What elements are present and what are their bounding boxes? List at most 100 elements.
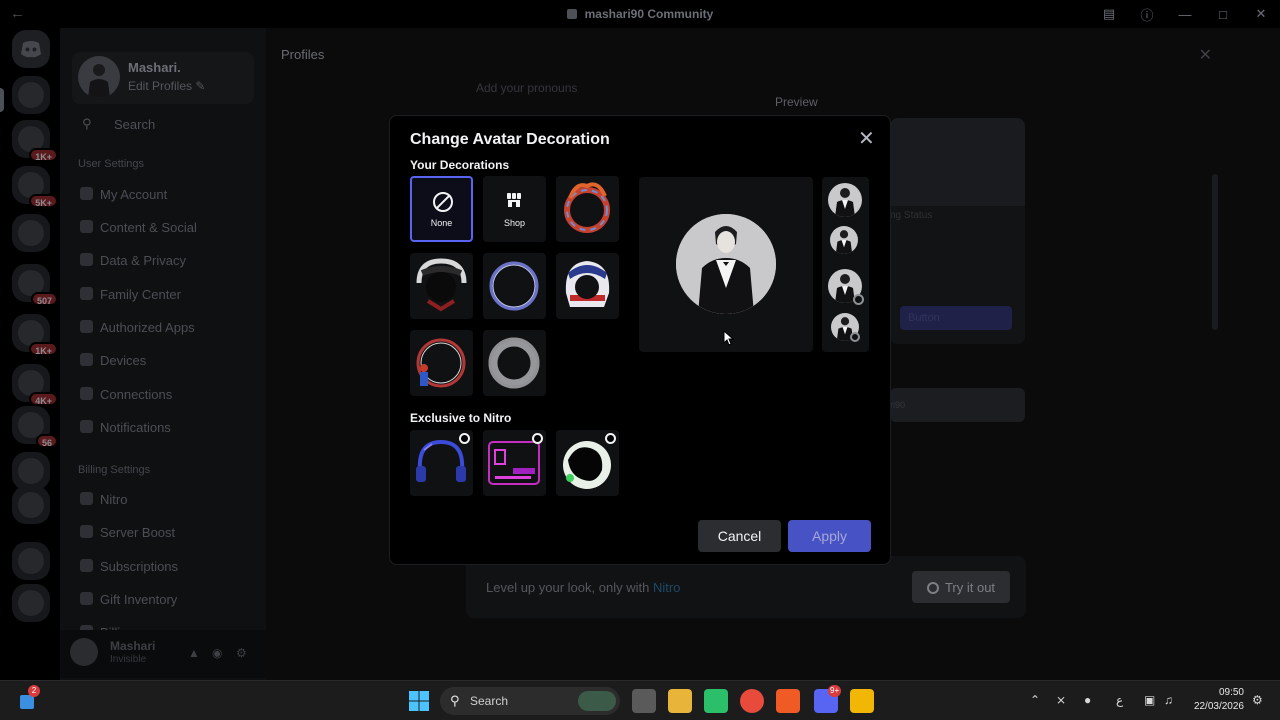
sidebar-item-nitro[interactable]: Nitro <box>72 485 254 513</box>
sidebar-item-authorized-apps[interactable]: Authorized Apps <box>72 313 254 341</box>
red-ring-figure-decoration[interactable] <box>410 330 473 396</box>
cancel-button[interactable]: Cancel <box>698 520 781 552</box>
page-title: Profiles <box>281 47 325 62</box>
section-user-settings: User Settings <box>78 158 145 170</box>
volume-icon[interactable]: ♫ <box>1164 693 1173 707</box>
clock-time: 09:50 <box>1218 687 1244 698</box>
neon-ring-decoration[interactable] <box>483 253 546 319</box>
smoke-ring-icon <box>488 337 540 389</box>
discord-taskbar-icon[interactable]: 9+ <box>814 685 842 713</box>
network-off-icon[interactable]: ⨯ <box>1056 693 1066 707</box>
sidebar-item-subscriptions[interactable]: Subscriptions <box>72 552 254 580</box>
link-icon <box>80 387 93 400</box>
sidebar-item-label: Server Boost <box>100 525 176 540</box>
profile-preview-mini: ri90 <box>890 388 1025 422</box>
pronouns-input[interactable]: Add your pronouns <box>466 74 742 102</box>
profile-card[interactable]: Mashari. Edit Profiles ✎ <box>72 52 254 104</box>
profile-preview-card: ng Status Button <box>890 118 1025 344</box>
content-icon <box>80 220 93 233</box>
server-item[interactable]: 56 <box>12 406 58 448</box>
brave-icon[interactable] <box>776 689 800 713</box>
sidebar-item-label: Content & Social <box>100 220 197 235</box>
flame-ring-decoration[interactable] <box>556 176 619 242</box>
decoration-none-tile[interactable]: None <box>410 176 473 242</box>
window-controls: ▤ ⓘ — □ ✕ <box>1090 0 1280 28</box>
nitro-icon <box>926 582 939 594</box>
microphone-icon[interactable]: ▲ <box>188 646 200 660</box>
chrome-icon[interactable] <box>740 689 764 713</box>
subscriptions-icon <box>80 559 93 572</box>
decoration-shop-tile[interactable]: Shop <box>483 176 546 242</box>
windows-logo-icon <box>409 691 429 711</box>
task-view-icon[interactable] <box>632 689 656 713</box>
apply-button[interactable]: Apply <box>788 520 871 552</box>
start-icon[interactable] <box>407 689 431 713</box>
sidebar-item-server-boost[interactable]: Server Boost <box>72 518 254 546</box>
minimize-icon[interactable]: — <box>1166 7 1204 22</box>
avatar[interactable] <box>70 638 98 666</box>
headset-decoration[interactable] <box>410 253 473 319</box>
app-icon[interactable] <box>850 689 874 713</box>
close-icon[interactable]: ✕ <box>858 129 875 149</box>
server-item[interactable]: 5K+ <box>12 166 58 208</box>
edit-profiles-link[interactable]: Edit Profiles ✎ <box>128 79 205 93</box>
wifi-icon[interactable]: ▣ <box>1144 693 1155 707</box>
close-settings-icon[interactable]: ✕ <box>1199 45 1212 65</box>
taskbar-search-label: Search <box>470 694 509 708</box>
gear-icon[interactable]: ⚙ <box>236 646 247 660</box>
neon-headphones-decoration[interactable] <box>410 430 473 496</box>
server-folder[interactable] <box>12 452 50 490</box>
sidebar-item-devices[interactable]: Devices <box>72 346 254 374</box>
server-item[interactable]: 4K+ <box>12 364 58 406</box>
sidebar-item-gift-inventory[interactable]: Gift Inventory <box>72 585 254 613</box>
green-orb-decoration[interactable] <box>556 430 619 496</box>
sidebar-item-family-center[interactable]: Family Center <box>72 280 254 308</box>
discord-home-icon[interactable] <box>12 30 50 68</box>
server-avatar <box>18 548 44 574</box>
mention-badge: 507 <box>30 292 58 306</box>
help-icon[interactable]: ⓘ <box>1128 5 1166 24</box>
clock[interactable]: 09:50 22/03/2026 <box>1186 686 1244 714</box>
chevron-up-icon[interactable]: ⌃ <box>1030 693 1040 707</box>
sidebar-item-data-privacy[interactable]: Data & Privacy <box>72 246 254 274</box>
status-indicator-icon <box>850 332 860 342</box>
racing-helmet-decoration[interactable] <box>556 253 619 319</box>
server-item[interactable] <box>12 486 50 524</box>
server-item[interactable]: 1K+ <box>12 314 58 356</box>
preview-size-variants <box>822 177 869 352</box>
server-item[interactable] <box>12 584 50 622</box>
notification-icon[interactable]: ⚙ <box>1252 693 1263 707</box>
microphone-icon[interactable]: ● <box>1084 693 1091 707</box>
app-icon[interactable] <box>704 689 728 713</box>
scrollbar[interactable] <box>1212 174 1218 330</box>
preview-card-status: ng Status <box>890 210 933 221</box>
cyber-hud-decoration[interactable] <box>483 430 546 496</box>
maximize-icon[interactable]: □ <box>1204 7 1242 22</box>
widgets-icon[interactable]: 2 <box>16 685 40 713</box>
server-item[interactable] <box>12 542 50 580</box>
avatar <box>828 183 862 217</box>
language-indicator[interactable]: ع <box>1116 693 1123 707</box>
close-window-icon[interactable]: ✕ <box>1242 6 1280 22</box>
taskbar-search[interactable]: ⚲ Search <box>440 687 620 715</box>
nitro-link[interactable]: Nitro <box>653 580 680 595</box>
preview-label: Preview <box>775 95 818 109</box>
file-explorer-icon[interactable] <box>668 689 692 713</box>
sidebar-item-connections[interactable]: Connections <box>72 380 254 408</box>
server-folder[interactable] <box>12 214 50 252</box>
sidebar-item-my-account[interactable]: My Account <box>72 180 254 208</box>
sidebar-item-content-social[interactable]: Content & Social <box>72 213 254 241</box>
search-placeholder: Search <box>114 117 156 132</box>
inbox-icon[interactable]: ▤ <box>1090 6 1128 22</box>
settings-search[interactable]: ⚲ Search <box>72 110 254 138</box>
server-item[interactable]: 507 <box>12 264 58 306</box>
server-item[interactable] <box>12 76 50 114</box>
decoration-tile-label: Shop <box>503 218 526 228</box>
try-it-out-button[interactable]: Try it out <box>912 571 1010 603</box>
search-highlight-image <box>578 691 616 711</box>
avatar <box>78 56 120 98</box>
smoke-ring-decoration[interactable] <box>483 330 546 396</box>
headphones-icon[interactable]: ◉ <box>212 646 222 660</box>
sidebar-item-notifications[interactable]: Notifications <box>72 413 254 441</box>
server-item[interactable]: 1K+ <box>12 120 58 162</box>
